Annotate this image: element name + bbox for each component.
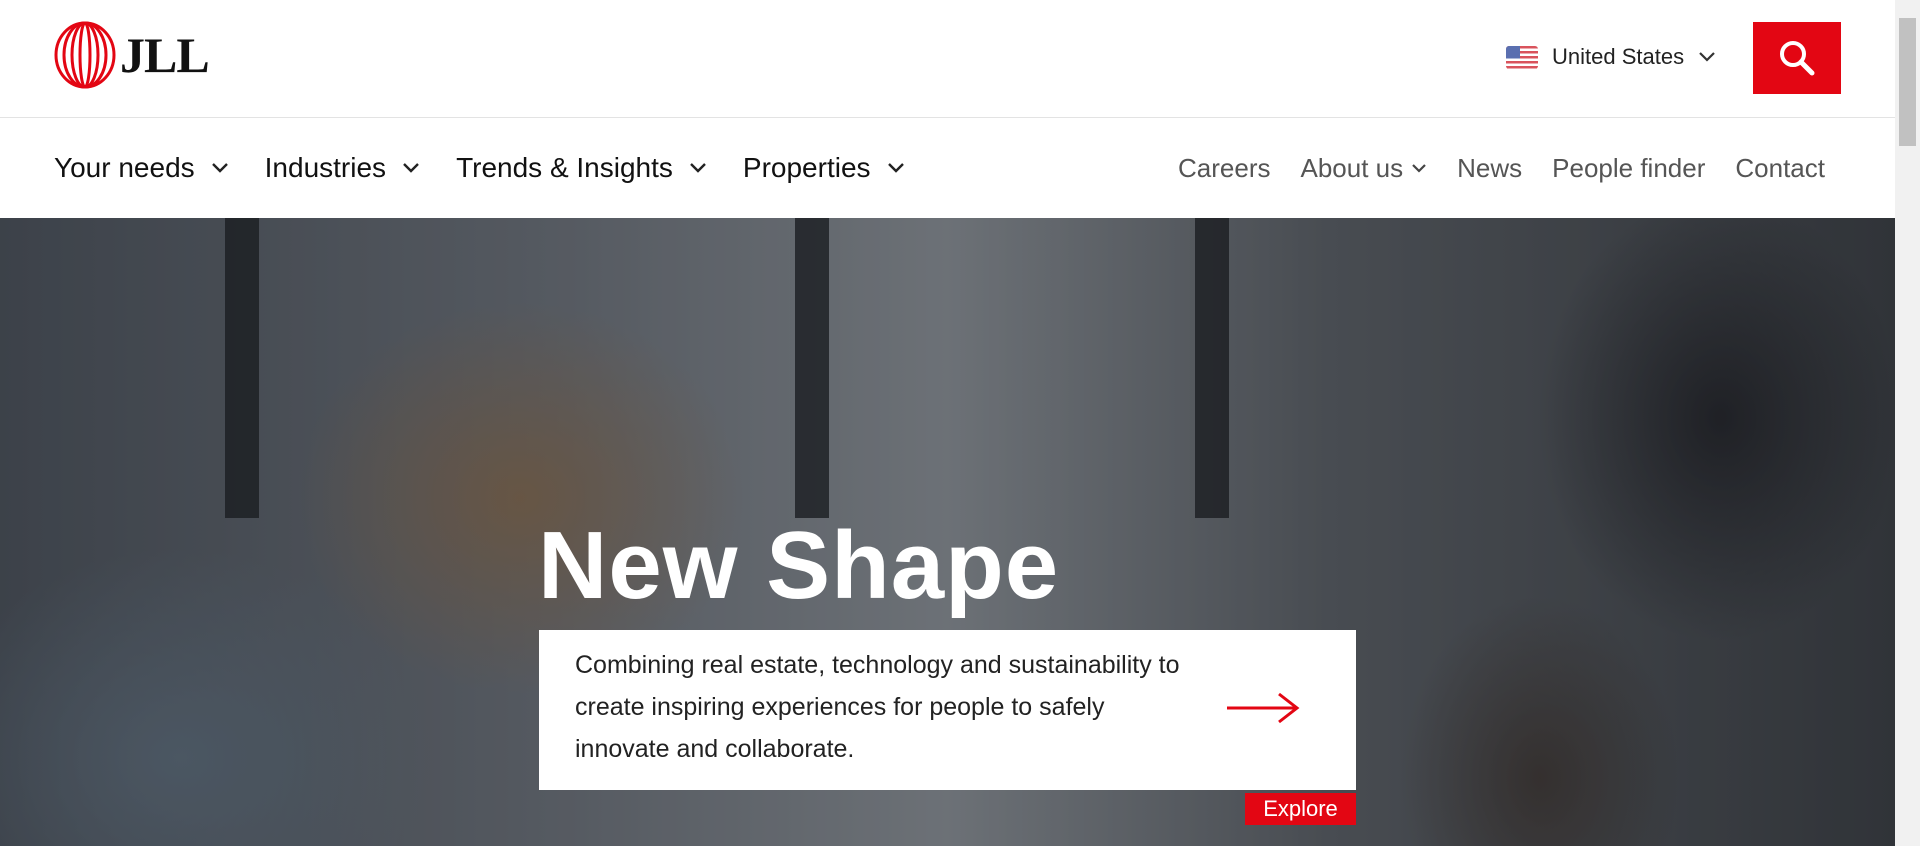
- search-button[interactable]: [1753, 22, 1841, 94]
- nav-your-needs[interactable]: Your needs: [54, 152, 229, 184]
- nav-contact[interactable]: Contact: [1735, 153, 1825, 184]
- explore-button[interactable]: Explore: [1245, 793, 1356, 825]
- primary-nav: Your needs Industries Trends & Insights …: [54, 118, 941, 218]
- hero-banner: New Shape Combining real estate, technol…: [0, 218, 1895, 846]
- nav-trends-insights[interactable]: Trends & Insights: [456, 152, 707, 184]
- jll-logo[interactable]: JLL: [54, 20, 210, 90]
- hero-card[interactable]: Combining real estate, technology and su…: [539, 630, 1356, 790]
- nav-industries[interactable]: Industries: [265, 152, 420, 184]
- nav-properties[interactable]: Properties: [743, 152, 905, 184]
- search-icon: [1780, 41, 1815, 76]
- nav-label: Industries: [264, 152, 387, 183]
- chevron-down-icon: [690, 163, 706, 173]
- page-scrollbar[interactable]: [1895, 0, 1920, 846]
- main-navigation: Your needs Industries Trends & Insights …: [0, 118, 1895, 218]
- top-header: JLL United States: [0, 0, 1895, 118]
- nav-about-us[interactable]: About us: [1301, 153, 1428, 184]
- logo-text: JLL: [120, 27, 210, 83]
- hero-title: New Shape: [538, 512, 1060, 619]
- nav-careers[interactable]: Careers: [1178, 153, 1270, 184]
- nav-news[interactable]: News: [1457, 153, 1522, 184]
- arrow-right-icon[interactable]: [1225, 690, 1301, 726]
- nav-label: Your needs: [54, 152, 195, 183]
- nav-label: About us: [1300, 152, 1404, 183]
- country-selector[interactable]: United States: [1506, 44, 1716, 70]
- nav-people-finder[interactable]: People finder: [1552, 153, 1705, 184]
- chevron-down-icon: [887, 163, 904, 173]
- jll-logo-icon: [54, 21, 116, 89]
- chevron-down-icon: [1699, 52, 1715, 62]
- scrollbar-thumb[interactable]: [1899, 18, 1916, 146]
- country-label: United States: [1552, 44, 1685, 69]
- chevron-down-icon: [211, 163, 228, 173]
- chevron-down-icon: [1412, 163, 1426, 173]
- hero-description: Combining real estate, technology and su…: [575, 651, 1180, 763]
- nav-label: Properties: [742, 152, 871, 183]
- us-flag-icon: [1506, 45, 1538, 69]
- secondary-nav: Careers About us News People finder Cont…: [1148, 118, 1825, 218]
- chevron-down-icon: [403, 163, 419, 173]
- nav-label: Trends & Insights: [456, 152, 673, 183]
